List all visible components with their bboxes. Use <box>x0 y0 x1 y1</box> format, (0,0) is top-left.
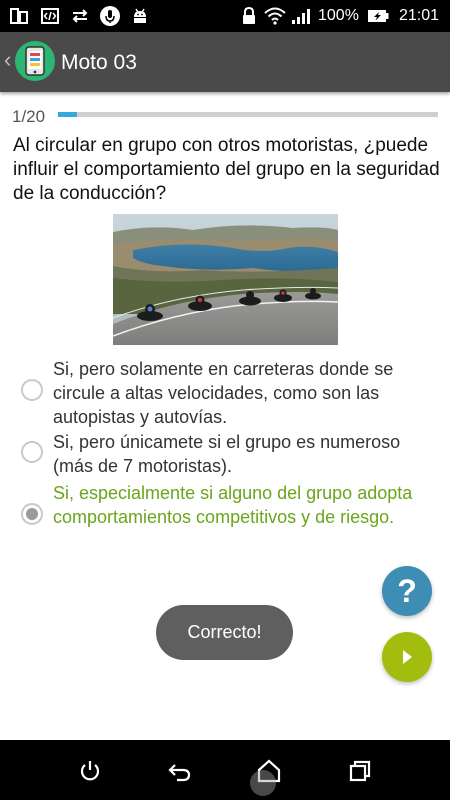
navigation-bar <box>0 740 450 800</box>
clock: 21:01 <box>399 7 440 24</box>
radio-button-selected[interactable] <box>21 503 43 525</box>
next-button[interactable] <box>382 632 432 682</box>
screen-mirror-icon <box>10 7 28 25</box>
answer-option-text: Si, pero solamente en carreteras donde s… <box>53 359 394 427</box>
question-text: Al circular en grupo con otros motorista… <box>13 135 440 204</box>
touch-indicator <box>250 770 276 796</box>
back-icon[interactable] <box>167 758 193 784</box>
progress-bar-fill <box>58 112 77 117</box>
radio-button[interactable] <box>21 379 43 401</box>
app-title: Moto 03 <box>61 51 137 74</box>
toast-message: Correcto! <box>156 605 293 660</box>
app-bar: ‹ Moto 03 <box>0 32 450 92</box>
answer-option-text-correct: Si, especialmente si alguno del grupo ad… <box>53 483 413 527</box>
screen: 100% 21:01 ‹ Moto 03 1/20 Al circular en… <box>0 0 450 800</box>
radio-button[interactable] <box>21 441 43 463</box>
chevron-left-icon[interactable]: ‹ <box>4 48 11 72</box>
answer-option-1[interactable]: Si, pero solamente en carreteras donde s… <box>0 357 450 429</box>
question-mark-icon: ? <box>397 572 417 609</box>
answer-option-3[interactable]: Si, especialmente si alguno del grupo ad… <box>0 481 450 553</box>
battery-percent: 100% <box>318 7 359 24</box>
question-image <box>113 214 338 345</box>
android-icon <box>131 7 149 25</box>
wifi-icon <box>264 7 286 25</box>
usb-transfer-icon <box>71 7 89 25</box>
answer-option-text: Si, pero únicamete si el grupo es numero… <box>53 432 401 476</box>
battery-icon <box>367 7 389 25</box>
phone-app-icon[interactable] <box>15 41 55 81</box>
play-arrow-icon <box>403 650 412 664</box>
progress-bar <box>58 112 438 117</box>
lock-icon <box>241 7 257 25</box>
question-counter: 1/20 <box>12 107 46 126</box>
help-button[interactable]: ? <box>382 566 432 616</box>
signal-icon <box>291 7 311 25</box>
microphone-icon <box>100 6 120 26</box>
answer-option-2[interactable]: Si, pero únicamete si el grupo es numero… <box>0 430 450 478</box>
status-bar: 100% 21:01 <box>0 0 450 32</box>
power-icon[interactable] <box>77 758 103 784</box>
recents-icon[interactable] <box>347 758 373 784</box>
code-icon <box>41 7 59 25</box>
